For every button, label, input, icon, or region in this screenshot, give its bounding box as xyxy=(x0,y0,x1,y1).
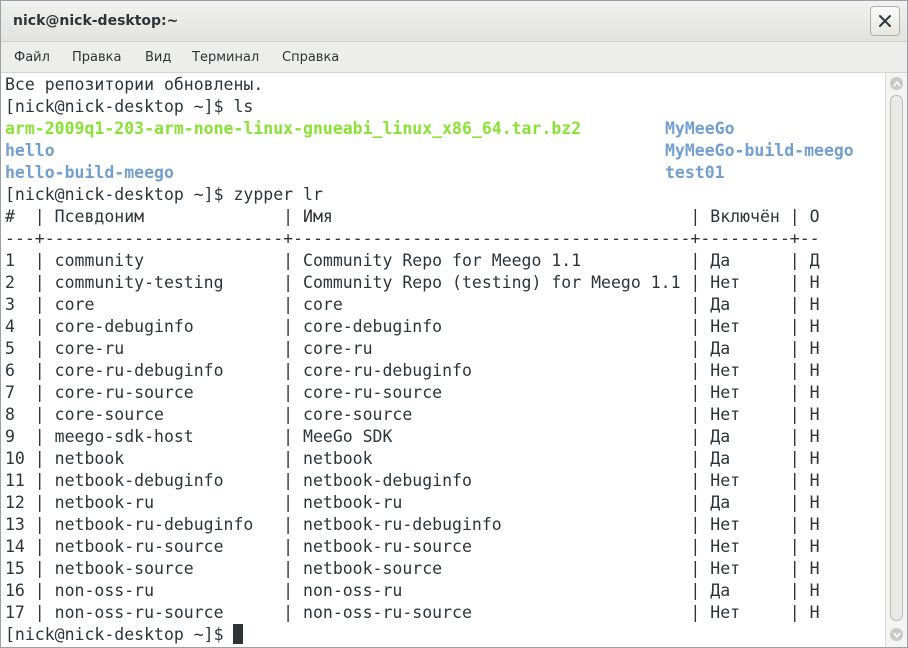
menu-view[interactable]: Вид xyxy=(145,50,171,65)
ls-archive-file: arm-2009q1-203-arm-none-linux-gnueabi_li… xyxy=(5,119,582,138)
terminal-output[interactable]: Все репозитории обновлены. [nick@nick-de… xyxy=(1,73,885,647)
table-row: 7 | core-ru-source | core-ru-source | Не… xyxy=(5,383,820,402)
text-cursor xyxy=(233,624,244,644)
terminal-line: [nick@nick-desktop ~]$ ls xyxy=(5,97,254,116)
table-row: 5 | core-ru | core-ru | Да | Н xyxy=(5,339,820,358)
menu-terminal[interactable]: Терминал xyxy=(192,50,259,65)
table-row: 10 | netbook | netbook | Да | Н xyxy=(5,449,820,468)
shell-prompt: [nick@nick-desktop ~]$ xyxy=(5,625,234,644)
scroll-down-button[interactable] xyxy=(890,628,903,641)
terminal-line: [nick@nick-desktop ~]$ zypper lr xyxy=(5,185,323,204)
vertical-scrollbar[interactable] xyxy=(885,73,907,647)
close-icon xyxy=(879,15,891,27)
close-button[interactable] xyxy=(870,6,900,36)
menu-bar: Файл Правка Вид Терминал Справка xyxy=(1,42,907,73)
table-separator: ---+------------------------+-----------… xyxy=(5,229,820,248)
ls-row: MyMeeGo xyxy=(665,118,735,140)
table-row: 15 | netbook-source | netbook-source | Н… xyxy=(5,559,820,578)
table-row: 11 | netbook-debuginfo | netbook-debugin… xyxy=(5,471,820,490)
table-row: 2 | community-testing | Community Repo (… xyxy=(5,273,820,292)
menu-file[interactable]: Файл xyxy=(14,50,50,65)
table-row: 8 | core-source | core-source | Нет | Н xyxy=(5,405,820,424)
arrow-down-icon xyxy=(892,632,901,638)
table-row: 9 | meego-sdk-host | MeeGo SDK | Да | Н xyxy=(5,427,820,446)
arrow-up-icon xyxy=(892,80,901,86)
menu-help[interactable]: Справка xyxy=(282,50,339,65)
table-row: 3 | core | core | Да | Н xyxy=(5,295,820,314)
table-row: 17 | non-oss-ru-source | non-oss-ru-sour… xyxy=(5,603,820,622)
table-row: 13 | netbook-ru-debuginfo | netbook-ru-d… xyxy=(5,515,820,534)
terminal-window: nick@nick-desktop:~ Файл Правка Вид Терм… xyxy=(0,0,908,648)
ls-row: arm-2009q1-203-arm-none-linux-gnueabi_li… xyxy=(5,118,581,140)
ls-directory: hello-build-meego xyxy=(5,163,174,182)
scroll-up-button[interactable] xyxy=(890,77,903,90)
window-title: nick@nick-desktop:~ xyxy=(13,13,179,29)
terminal-line: Все репозитории обновлены. xyxy=(5,75,264,94)
table-row: 1 | community | Community Repo for Meego… xyxy=(5,251,820,270)
ls-directory: test01 xyxy=(665,163,725,182)
menu-edit[interactable]: Правка xyxy=(72,50,121,65)
ls-row: MyMeeGo-build-meego xyxy=(665,140,854,162)
ls-directory: hello xyxy=(5,141,55,160)
prompt-line: [nick@nick-desktop ~]$ xyxy=(5,624,244,646)
scroll-thumb[interactable] xyxy=(890,95,903,621)
ls-row: hello xyxy=(5,140,55,162)
table-row: 14 | netbook-ru-source | netbook-ru-sour… xyxy=(5,537,820,556)
ls-row: test01 xyxy=(665,162,725,184)
ls-directory: MyMeeGo-build-meego xyxy=(665,141,854,160)
table-row: 12 | netbook-ru | netbook-ru | Да | Н xyxy=(5,493,820,512)
table-row: 4 | core-debuginfo | core-debuginfo | Не… xyxy=(5,317,820,336)
ls-directory: MyMeeGo xyxy=(665,119,735,138)
table-row: 6 | core-ru-debuginfo | core-ru-debuginf… xyxy=(5,361,820,380)
title-bar[interactable]: nick@nick-desktop:~ xyxy=(1,1,907,42)
table-header: # | Псевдоним | Имя | Включён | О xyxy=(5,207,820,226)
ls-row: hello-build-meego xyxy=(5,162,174,184)
table-row: 16 | non-oss-ru | non-oss-ru | Да | Н xyxy=(5,581,820,600)
